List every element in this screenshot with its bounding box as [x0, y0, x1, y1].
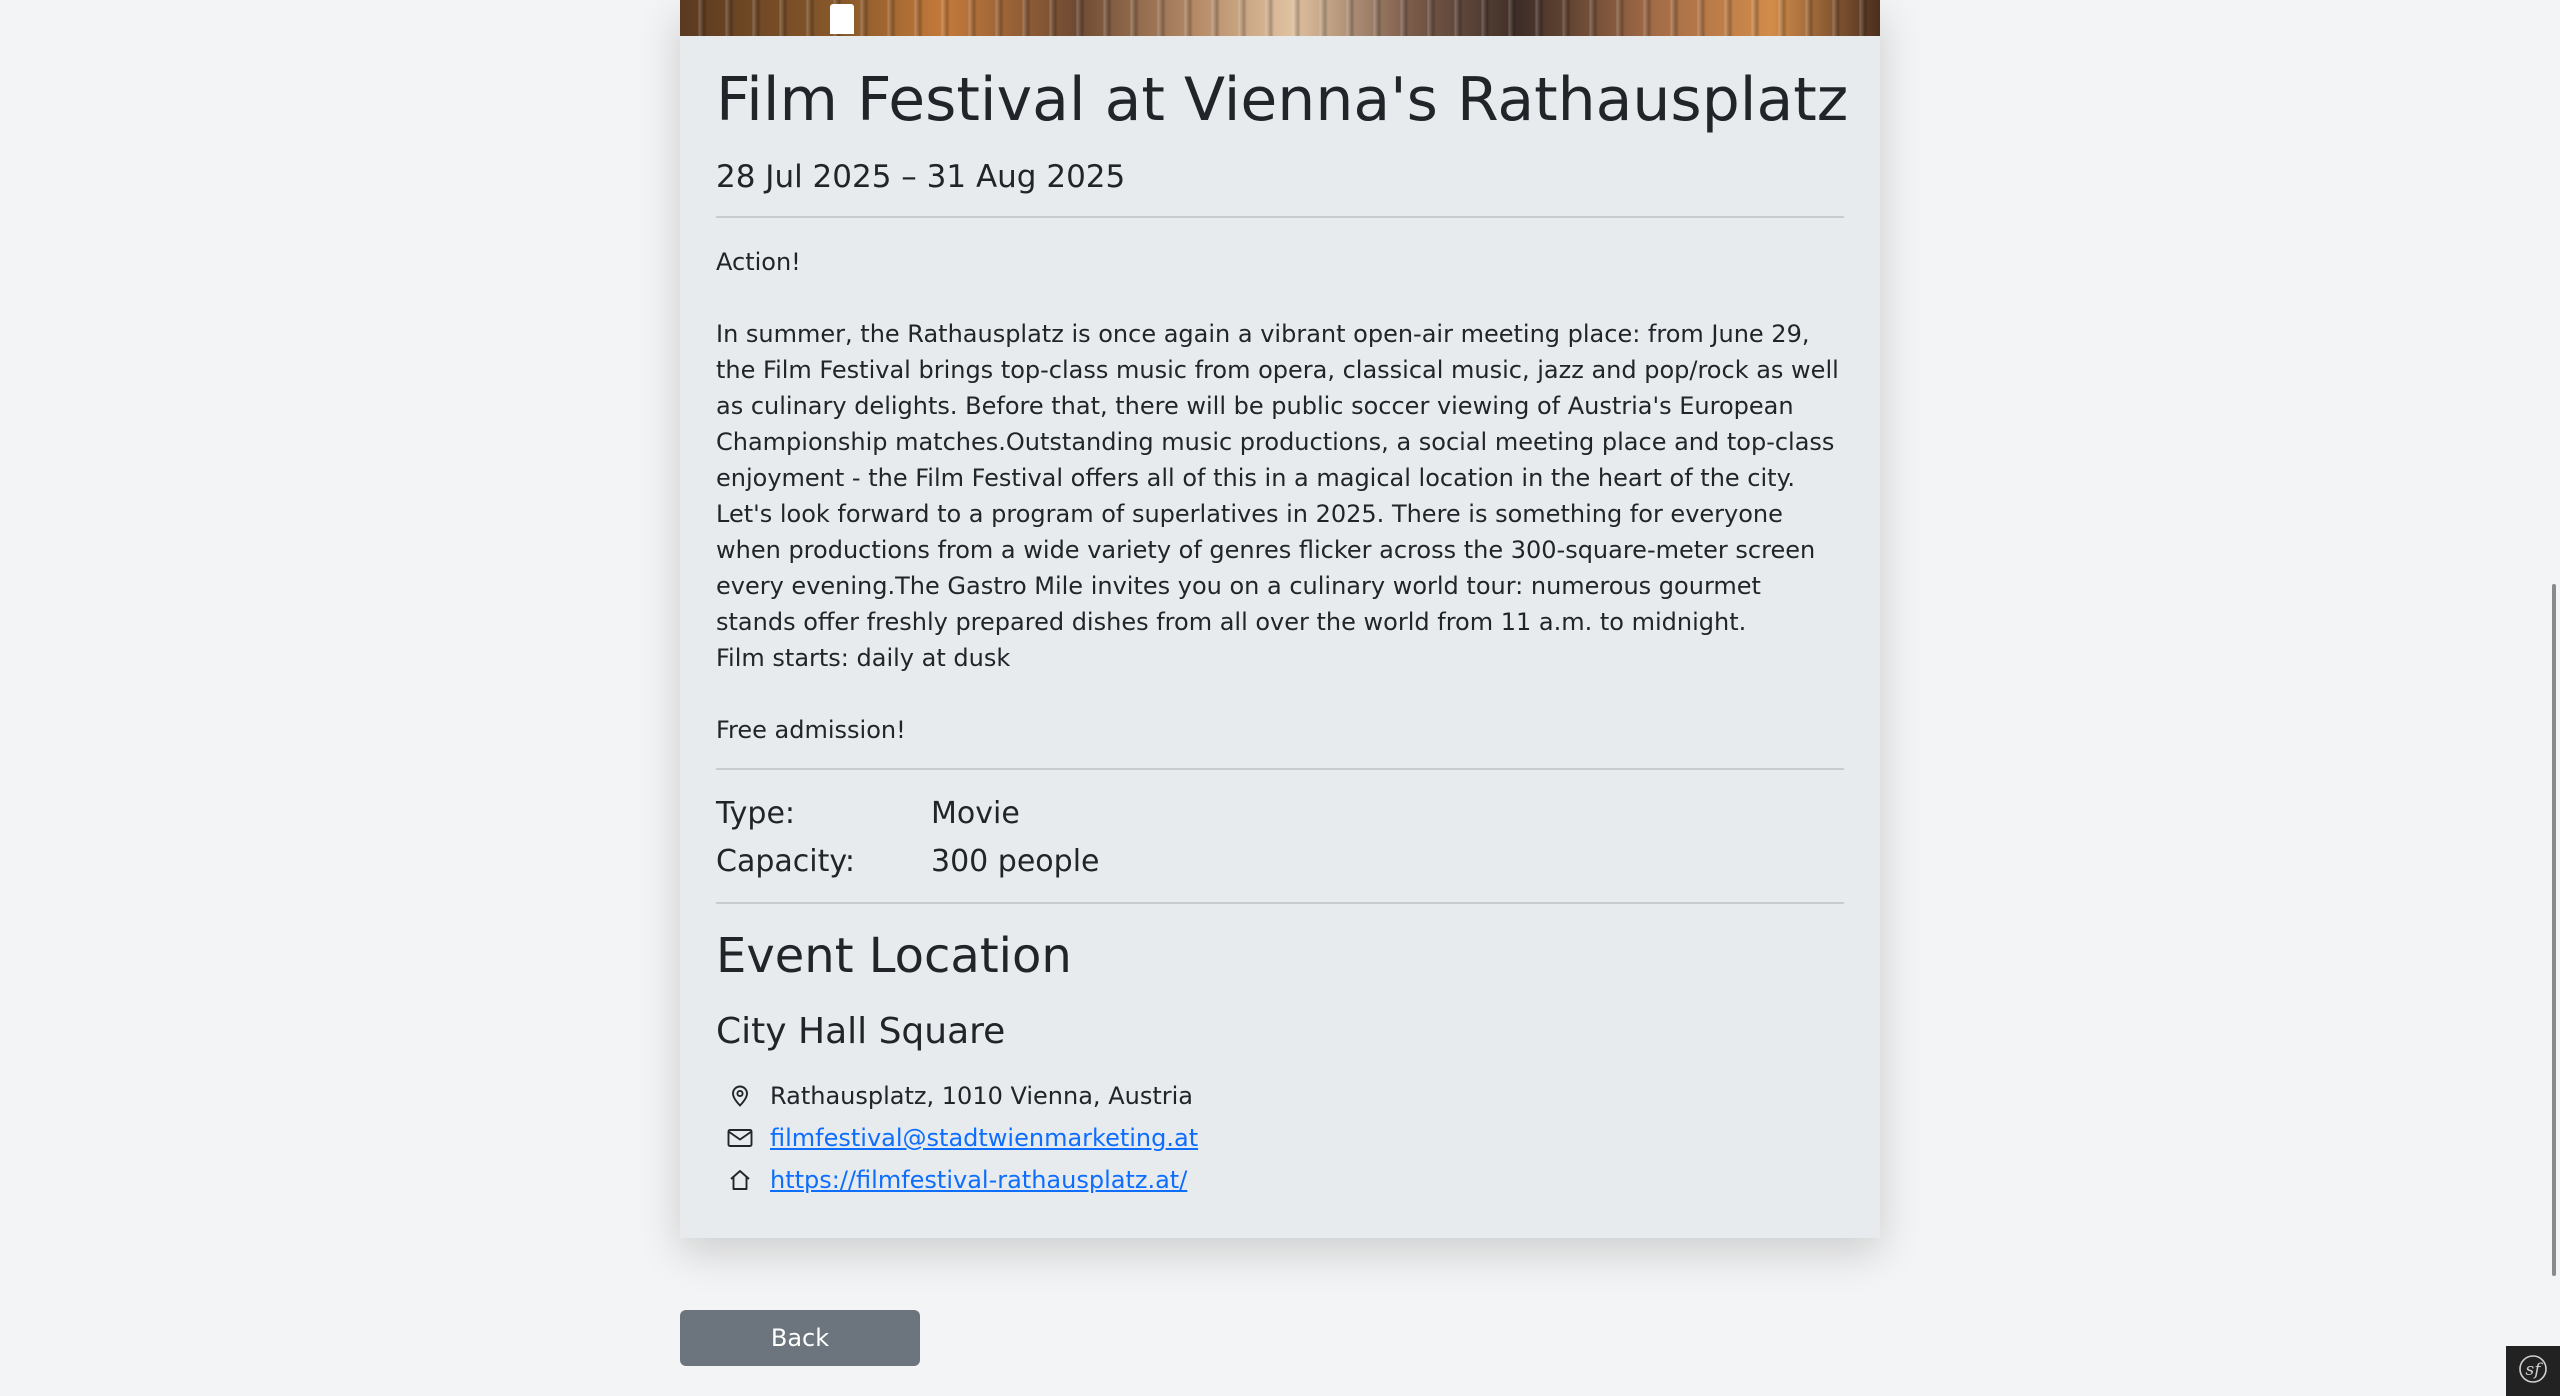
back-button[interactable]: Back	[680, 1310, 920, 1366]
location-website-row: https://filmfestival-rathausplatz.at/	[716, 1160, 1187, 1200]
location-heading: Event Location	[716, 928, 1072, 984]
location-website-link[interactable]: https://filmfestival-rathausplatz.at/	[770, 1162, 1187, 1198]
divider-top	[716, 216, 1844, 218]
envelope-icon	[716, 1118, 764, 1158]
hero-image-detail	[830, 4, 854, 34]
divider-location	[716, 902, 1844, 904]
house-icon	[716, 1160, 764, 1200]
event-card: Film Festival at Vienna's Rathausplatz 2…	[680, 0, 1880, 1238]
type-value: Movie	[931, 796, 1020, 831]
location-address-row: Rathausplatz, 1010 Vienna, Austria	[716, 1076, 1193, 1116]
event-hero-image	[680, 0, 1880, 36]
event-dates: 28 Jul 2025 – 31 Aug 2025	[716, 159, 1126, 195]
capacity-label: Capacity:	[716, 844, 856, 879]
description-body: In summer, the Rathausplatz is once agai…	[716, 320, 1839, 636]
divider-details	[716, 768, 1844, 770]
description-intro: Action!	[716, 248, 801, 276]
location-email-link[interactable]: filmfestival@stadtwienmarketing.at	[770, 1120, 1198, 1156]
type-label: Type:	[716, 796, 796, 831]
location-name: City Hall Square	[716, 1011, 1006, 1052]
location-email-row: filmfestival@stadtwienmarketing.at	[716, 1118, 1198, 1158]
svg-text:sf: sf	[2525, 1360, 2543, 1380]
description-film-starts: Film starts: daily at dusk	[716, 644, 1011, 672]
location-address: Rathausplatz, 1010 Vienna, Austria	[770, 1082, 1193, 1110]
map-pin-icon	[716, 1076, 764, 1116]
scrollbar-thumb[interactable]	[2552, 584, 2556, 1276]
description-admission: Free admission!	[716, 716, 906, 744]
event-title: Film Festival at Vienna's Rathausplatz	[716, 65, 1849, 135]
debug-toolbar-toggle[interactable]: sf	[2506, 1346, 2560, 1396]
symfony-logo-icon: sf	[2518, 1354, 2548, 1388]
capacity-value: 300 people	[931, 844, 1100, 879]
